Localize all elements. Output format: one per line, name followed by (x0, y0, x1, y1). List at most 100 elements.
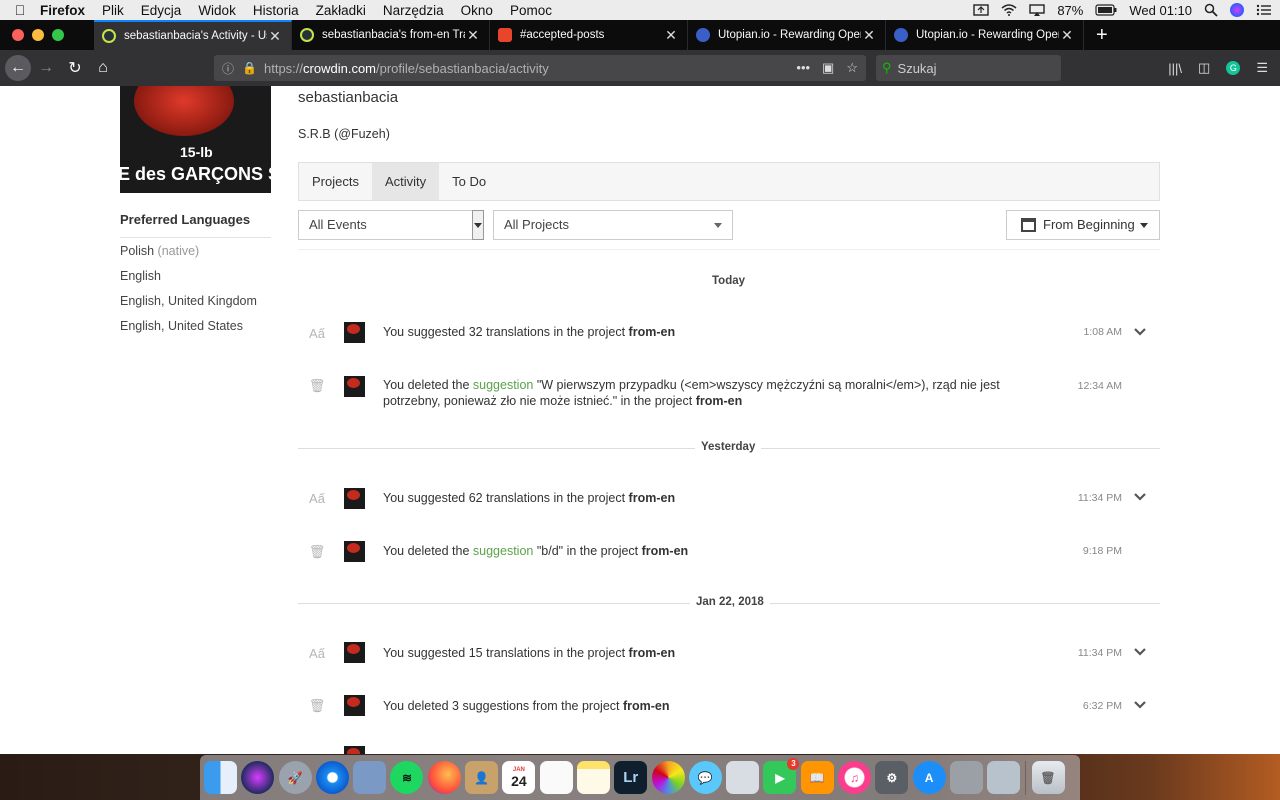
firefox-icon[interactable] (427, 761, 461, 794)
contacts-icon[interactable]: 👤 (465, 761, 499, 794)
reload-icon[interactable]: ↻ (61, 58, 89, 78)
language-item: Polish (native) (120, 244, 200, 258)
menu-narzedzia[interactable]: Narzędzia (383, 3, 444, 18)
reminders-icon[interactable] (539, 761, 573, 794)
expand-chevron-icon[interactable] (1133, 700, 1147, 710)
menu-okno[interactable]: Okno (461, 3, 493, 18)
lock-icon[interactable]: 🔒 (242, 61, 257, 75)
facetime-icon[interactable]: ▶ 3 (763, 758, 800, 794)
bookmark-star-icon[interactable]: ☆ (846, 60, 858, 76)
menu-app-firefox[interactable]: Firefox (40, 3, 85, 18)
close-tab-icon[interactable]: ✕ (1059, 27, 1075, 44)
date-range-button[interactable]: From Beginning (1006, 210, 1160, 240)
close-tab-icon[interactable]: ✕ (861, 27, 877, 44)
menu-plik[interactable]: Plik (102, 3, 124, 18)
system-preferences-gear-icon[interactable]: ⚙ (875, 761, 909, 794)
close-tab-icon[interactable]: ✕ (267, 28, 283, 45)
home-icon[interactable]: ⌂ (89, 59, 117, 77)
image-capture-icon[interactable] (726, 761, 760, 794)
search-bar[interactable]: ⚲ Szukaj (876, 55, 1061, 81)
menu-historia[interactable]: Historia (253, 3, 299, 18)
notification-center-icon[interactable] (1256, 4, 1272, 16)
airplay-icon[interactable] (1029, 4, 1046, 16)
event-time: 9:18 PM (1082, 545, 1122, 557)
toolbar-right-icons: |||\ ◫ G ☰ (1168, 50, 1268, 86)
battery-icon[interactable] (1095, 4, 1117, 16)
close-tab-icon[interactable]: ✕ (663, 27, 679, 44)
search-engine-icon[interactable]: ⚲ (882, 60, 892, 76)
projects-filter-select[interactable]: All Projects (493, 210, 733, 240)
project-link[interactable]: from-en (623, 699, 670, 713)
hamburger-menu-icon[interactable]: ☰ (1256, 60, 1268, 76)
menu-edycja[interactable]: Edycja (141, 3, 182, 18)
close-window-button[interactable] (12, 29, 24, 41)
suggestion-link[interactable]: suggestion (473, 544, 533, 558)
site-info-icon[interactable]: ⓘ (222, 60, 238, 77)
expand-chevron-icon[interactable] (1133, 647, 1147, 657)
finder-icon[interactable] (204, 761, 237, 794)
preview-icon[interactable] (353, 761, 387, 794)
tab-accepted-posts[interactable]: #accepted-posts ✕ (490, 20, 688, 50)
spotify-icon[interactable]: ≋ (390, 761, 424, 794)
grammarly-icon[interactable]: G (1226, 61, 1241, 75)
tab-activity[interactable]: sebastianbacia's Activity - User ✕ (94, 20, 292, 50)
tab-translations[interactable]: sebastianbacia's from-en Trans ✕ (292, 20, 490, 50)
menu-pomoc[interactable]: Pomoc (510, 3, 552, 18)
tab-todo[interactable]: To Do (439, 163, 499, 200)
forward-arrow-icon[interactable]: → (31, 59, 61, 77)
apple-icon[interactable]:  (0, 2, 40, 18)
calendar-icon[interactable]: JAN 24 (502, 761, 536, 794)
spotlight-search-icon[interactable] (1204, 3, 1218, 17)
trash-icon[interactable]: 🗑 (1031, 761, 1065, 794)
project-link[interactable]: from-en (629, 325, 676, 339)
close-tab-icon[interactable]: ✕ (465, 27, 481, 44)
launchpad-rocket-icon[interactable]: 🚀 (278, 761, 312, 794)
back-arrow-icon[interactable]: ← (5, 55, 31, 81)
project-link[interactable]: from-en (629, 646, 676, 660)
user-avatar (344, 746, 365, 754)
tab-utopian-2[interactable]: Utopian.io - Rewarding Open S ✕ (886, 20, 1084, 50)
expand-chevron-icon[interactable] (1133, 492, 1147, 502)
wifi-icon[interactable] (1001, 4, 1017, 16)
sidebar-icon[interactable]: ◫ (1198, 60, 1210, 76)
safari-compass-icon[interactable] (315, 761, 349, 794)
ibooks-icon[interactable]: 📖 (800, 761, 834, 794)
new-tab-icon[interactable]: + (1084, 24, 1108, 47)
tab-utopian-1[interactable]: Utopian.io - Rewarding Open S ✕ (688, 20, 886, 50)
menu-zakladki[interactable]: Zakładki (316, 3, 366, 18)
siri-icon[interactable] (1230, 3, 1244, 17)
pocket-icon[interactable]: ▣ (822, 60, 834, 76)
url-text[interactable]: https://crowdin.com/profile/sebastianbac… (264, 61, 549, 76)
tab-activity[interactable]: Activity (371, 163, 440, 200)
itunes-music-icon[interactable]: ♫ (838, 761, 872, 794)
menu-widok[interactable]: Widok (198, 3, 236, 18)
notes-icon[interactable] (576, 761, 610, 794)
library-icon[interactable]: |||\ (1168, 61, 1182, 76)
suggestion-link[interactable]: suggestion (473, 378, 533, 392)
screen-share-icon[interactable] (973, 4, 990, 16)
siri-icon[interactable] (241, 761, 275, 794)
address-bar[interactable]: ⓘ 🔒 https://crowdin.com/profile/sebastia… (214, 55, 866, 81)
screenshot-icon[interactable] (987, 761, 1021, 794)
messages-icon[interactable]: 💬 (688, 761, 722, 794)
page-actions-icon[interactable]: ••• (796, 60, 810, 76)
project-link[interactable]: from-en (629, 491, 676, 505)
lightroom-icon[interactable]: Lr (614, 761, 648, 794)
date-range-label: From Beginning (1043, 217, 1135, 232)
project-link[interactable]: from-en (696, 394, 743, 408)
photos-icon[interactable] (651, 761, 685, 794)
macos-menubar:  Firefox Plik Edycja Widok Historia Zak… (0, 0, 1280, 20)
minimize-window-button[interactable] (32, 29, 44, 41)
events-filter-select[interactable]: All Events (298, 210, 484, 240)
menubar-status-area: 87% Wed 01:10 (973, 0, 1272, 20)
project-link[interactable]: from-en (642, 544, 689, 558)
app-store-icon[interactable]: A (912, 761, 946, 794)
user-avatar (344, 376, 365, 397)
zoom-window-button[interactable] (52, 29, 64, 41)
menubar-clock[interactable]: Wed 01:10 (1129, 3, 1192, 18)
select-arrow[interactable] (472, 210, 484, 240)
crowdin-profile-page: 15-lb E des GARÇONS S sebastianbacia S.R… (0, 86, 1280, 754)
expand-chevron-icon[interactable] (1133, 327, 1147, 337)
keka-icon[interactable] (949, 761, 983, 794)
tab-projects[interactable]: Projects (299, 163, 372, 200)
